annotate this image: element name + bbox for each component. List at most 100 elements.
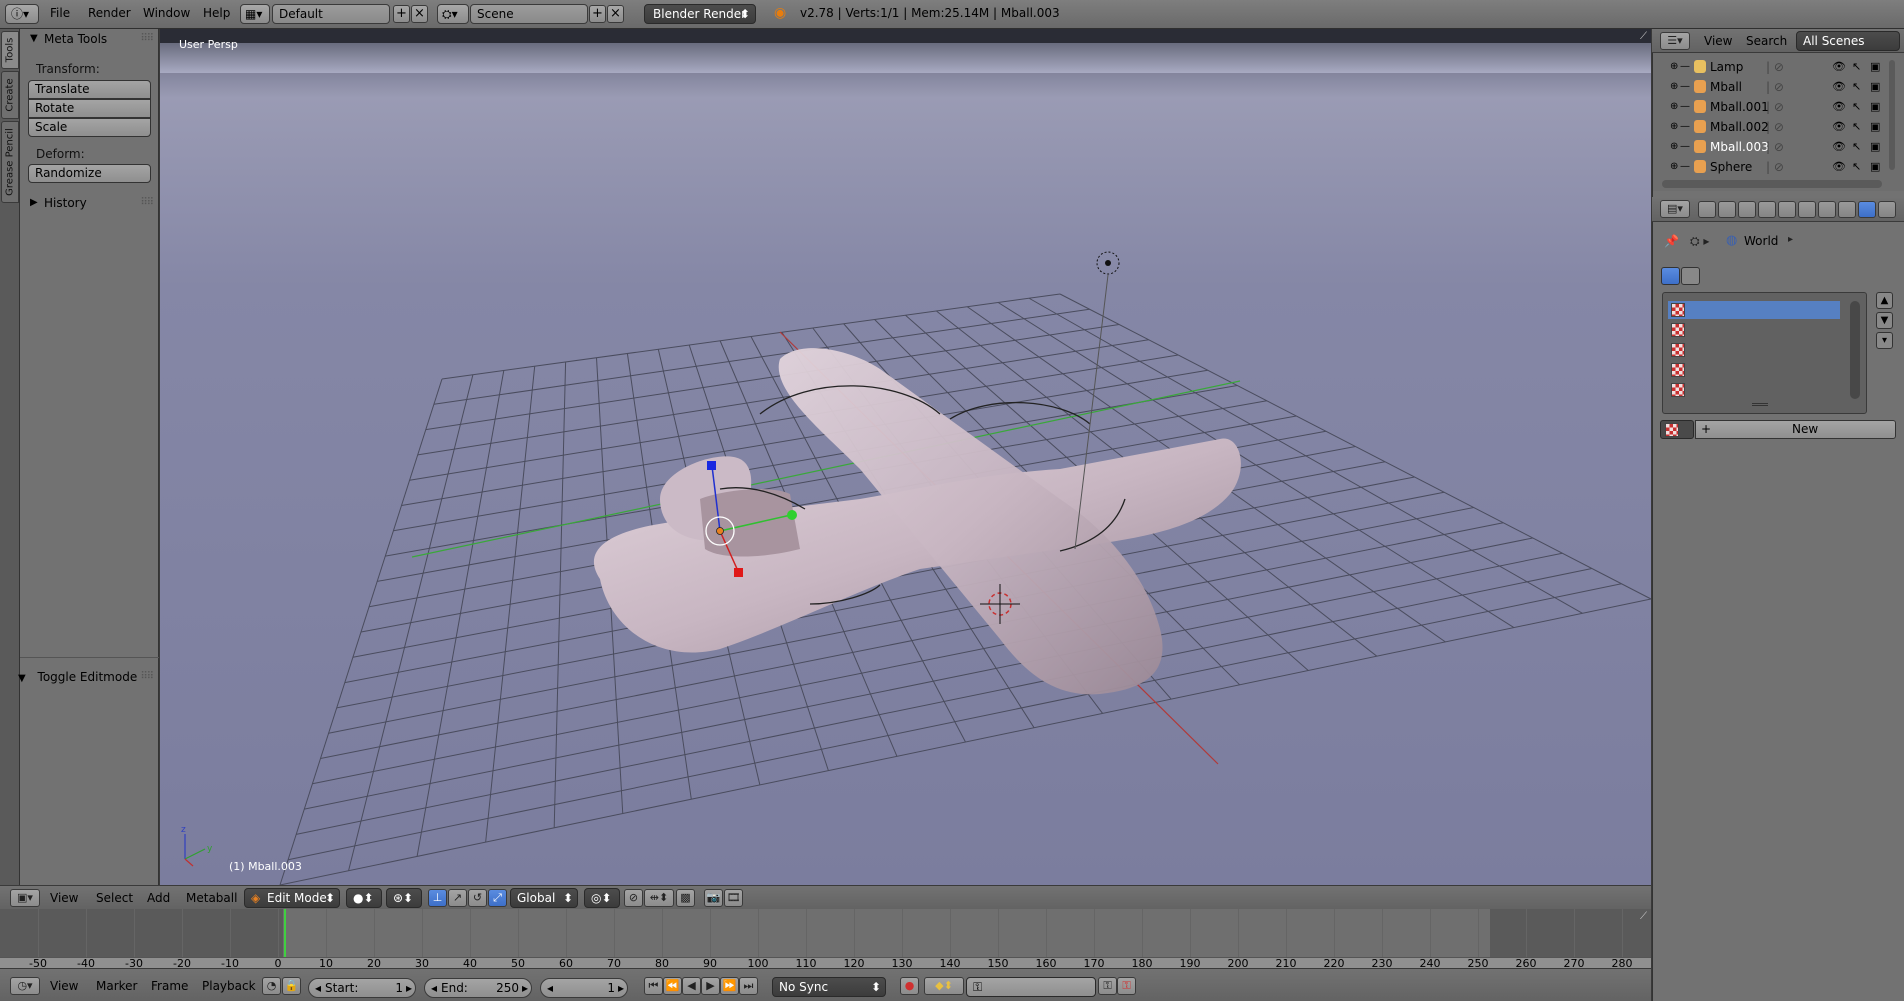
selectable-cursor-icon[interactable]: ↖ (1852, 97, 1861, 117)
add-scene-icon[interactable]: + (589, 5, 606, 23)
remove-layout-icon[interactable]: × (411, 5, 428, 23)
add-layout-icon[interactable]: + (393, 5, 410, 23)
scene-tab-icon[interactable] (1738, 201, 1756, 218)
visibility-eye-icon[interactable]: 👁 (1832, 97, 1846, 117)
delete-keyframe-icon[interactable]: ⚿ (1117, 977, 1136, 995)
selectable-cursor-icon[interactable]: ↖ (1852, 77, 1861, 97)
texture-browse-button[interactable] (1660, 420, 1694, 439)
preview-range-icon[interactable]: ◔ (262, 977, 281, 995)
specials-menu-icon[interactable]: ▾ (1876, 332, 1893, 349)
mode-select[interactable]: ◈ Edit Mode ⬍ (244, 888, 340, 908)
keying-set-icon[interactable]: ◆⬍ (924, 977, 964, 995)
renderable-camera-icon[interactable]: ▣ (1870, 137, 1880, 157)
sync-select[interactable]: No Sync ⬍ (772, 977, 886, 997)
menu-view[interactable]: View (50, 891, 78, 905)
expand-icon[interactable]: ⊕ (1670, 157, 1678, 177)
renderable-camera-icon[interactable]: ▣ (1870, 57, 1880, 77)
data-tab-icon[interactable] (1838, 201, 1856, 218)
outliner-item-name[interactable]: Mball.001 (1710, 97, 1769, 117)
render-layers-tab-icon[interactable] (1718, 201, 1736, 218)
menu-metaball[interactable]: Metaball (186, 891, 237, 905)
scene-name-field[interactable]: Scene (470, 4, 588, 24)
outliner-item-name[interactable]: Mball.003 (1710, 137, 1769, 157)
tab-create[interactable]: Create (1, 71, 19, 119)
jump-end-icon[interactable]: ⏭ (739, 977, 758, 995)
scale-button[interactable]: Scale (28, 118, 151, 137)
renderable-camera-icon[interactable]: ▣ (1870, 77, 1880, 97)
increment-icon[interactable]: ▸ (406, 979, 412, 997)
texture-tab-icon[interactable] (1858, 201, 1876, 218)
visibility-eye-icon[interactable]: 👁 (1832, 117, 1846, 137)
constraints-tab-icon[interactable] (1798, 201, 1816, 218)
pin-icon[interactable]: 📌 (1664, 234, 1679, 248)
manipulator-toggle-icon[interactable]: ⊥ (428, 889, 447, 907)
scale-manipulator-icon[interactable]: ⤢ (488, 889, 507, 907)
selectable-cursor-icon[interactable]: ↖ (1852, 137, 1861, 157)
outliner-item[interactable]: ⊕ — Lamp | ⊘ 👁 ↖ ▣ (1656, 57, 1884, 77)
insert-keyframe-icon[interactable]: ⚿ (1098, 977, 1117, 995)
editor-type-button[interactable]: ▤▾ (1660, 200, 1690, 218)
brush-texture-toggle-icon[interactable] (1681, 267, 1700, 285)
lock-icon[interactable]: 🔒 (282, 977, 301, 995)
outliner-item-name[interactable]: Mball (1710, 77, 1742, 97)
selectable-cursor-icon[interactable]: ↖ (1852, 117, 1861, 137)
decrement-icon[interactable]: ◂ (431, 979, 437, 997)
opengl-render-icon[interactable]: ▩ (676, 889, 695, 907)
increment-icon[interactable]: ▸ (618, 979, 624, 997)
outliner-item[interactable]: ⊕ — Mball.001 | ⊘ 👁 ↖ ▣ (1656, 97, 1884, 117)
meta-tools-panel-header[interactable]: ▼ Meta Tools ⠿⠿ (20, 29, 159, 49)
outliner-item-name[interactable]: Mball.002 (1710, 117, 1769, 137)
world-tab-icon[interactable] (1758, 201, 1776, 218)
menu-playback[interactable]: Playback (202, 979, 256, 993)
selectable-cursor-icon[interactable]: ↖ (1852, 57, 1861, 77)
expand-icon[interactable]: ⊕ (1670, 137, 1678, 157)
visibility-eye-icon[interactable]: 👁 (1832, 77, 1846, 97)
expand-icon[interactable]: ⊕ (1670, 97, 1678, 117)
texture-checker-icon[interactable] (1671, 343, 1685, 357)
outliner-vscrollbar[interactable] (1889, 60, 1895, 170)
expand-icon[interactable]: ⊕ (1670, 57, 1678, 77)
selectable-cursor-icon[interactable]: ↖ (1852, 157, 1861, 177)
record-icon[interactable]: ● (900, 977, 919, 995)
translate-manipulator-icon[interactable]: ↗ (448, 889, 467, 907)
remove-scene-icon[interactable]: × (607, 5, 624, 23)
rotate-button[interactable]: Rotate (28, 99, 151, 118)
editor-type-button[interactable]: ☰▾ (1660, 32, 1690, 50)
move-down-icon[interactable]: ▼ (1876, 312, 1893, 329)
menu-marker[interactable]: Marker (96, 979, 137, 993)
shading-select[interactable]: ●⬍ (346, 888, 382, 908)
drag-grip-icon[interactable]: ⠿⠿ (140, 193, 154, 213)
layout-browse-button[interactable]: ▦▾ (240, 4, 270, 24)
renderable-camera-icon[interactable]: ▣ (1870, 117, 1880, 137)
viewport-canvas[interactable]: z y (160, 29, 1651, 885)
tab-tools[interactable]: Tools (1, 31, 19, 69)
translate-button[interactable]: Translate (28, 80, 151, 99)
tab-grease-pencil[interactable]: Grease Pencil (1, 121, 19, 203)
prev-keyframe-icon[interactable]: ⏪ (663, 977, 682, 995)
slot-list-scrollbar[interactable] (1850, 301, 1860, 399)
texture-checker-icon[interactable] (1671, 363, 1685, 377)
decrement-icon[interactable]: ◂ (315, 979, 321, 997)
history-panel-header[interactable]: ▶ History ⠿⠿ (20, 193, 159, 213)
texture-checker-icon[interactable] (1671, 323, 1685, 337)
list-resize-grip-icon[interactable] (1752, 403, 1768, 406)
physics-tab-icon[interactable] (1878, 201, 1896, 218)
menu-file[interactable]: File (50, 6, 70, 20)
outliner-item[interactable]: ⊕ — Mball.003 | ⊘ 👁 ↖ ▣ (1656, 137, 1884, 157)
render-engine-select[interactable]: Blender Render ⬍ (644, 4, 756, 24)
menu-frame[interactable]: Frame (151, 979, 188, 993)
start-frame-field[interactable]: ◂ Start: 1 ▸ (308, 978, 416, 998)
menu-search[interactable]: Search (1746, 34, 1787, 48)
render-still-icon[interactable]: 📷 (704, 889, 723, 907)
outliner-item-name[interactable]: Lamp (1710, 57, 1743, 77)
texture-checker-icon[interactable] (1671, 383, 1685, 397)
outliner-item[interactable]: ⊕ — Sphere | ⊘ 👁 ↖ ▣ (1656, 157, 1884, 177)
pivot-select[interactable]: ⊛⬍ (386, 888, 422, 908)
corner-grip-icon[interactable]: ⟋ (1640, 31, 1647, 42)
visibility-eye-icon[interactable]: 👁 (1832, 57, 1846, 77)
play-icon[interactable]: ▶ (701, 977, 720, 995)
layout-name-field[interactable]: Default (272, 4, 390, 24)
outliner-item[interactable]: ⊕ — Mball.002 | ⊘ 👁 ↖ ▣ (1656, 117, 1884, 137)
menu-help[interactable]: Help (203, 6, 230, 20)
modifiers-tab-icon[interactable] (1818, 201, 1836, 218)
